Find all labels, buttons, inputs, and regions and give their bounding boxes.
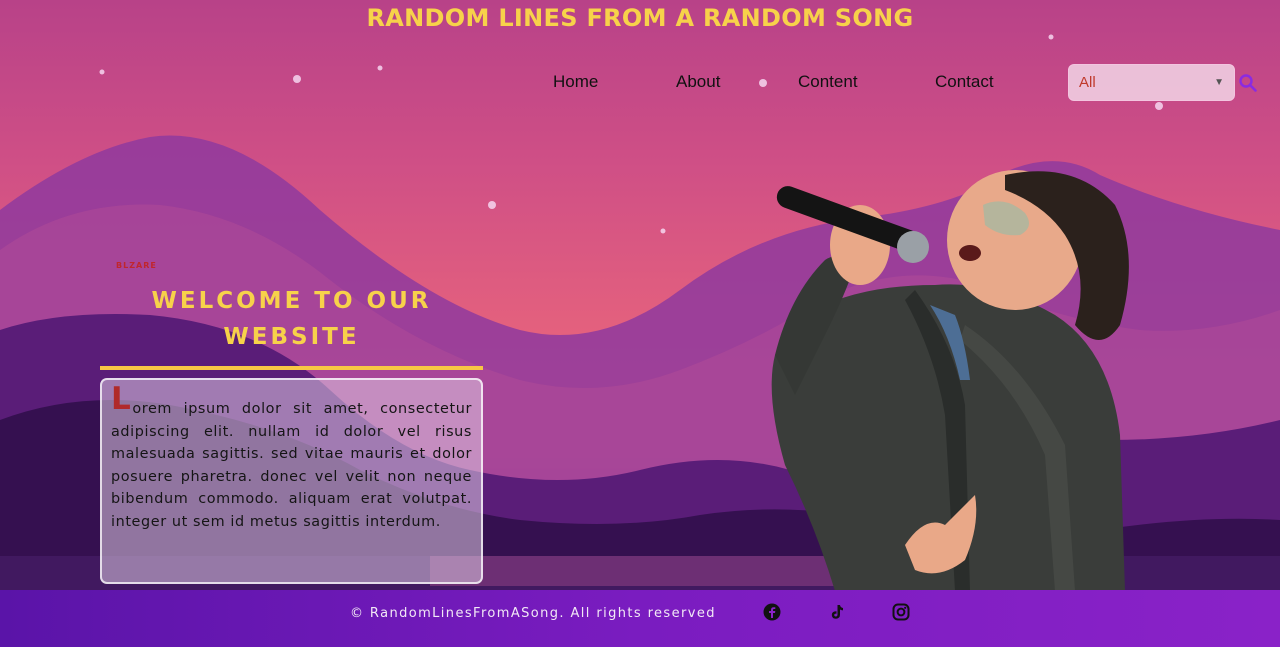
search-icon[interactable]	[1238, 73, 1258, 93]
copyright-text: © RandomLinesFromASong. All rights reser…	[350, 606, 716, 621]
chevron-down-icon: ▼	[1214, 77, 1224, 88]
site-footer: © RandomLinesFromASong. All rights reser…	[0, 590, 1280, 647]
instagram-icon[interactable]	[892, 603, 910, 621]
intro-text-card: Lorem ipsum dolor sit amet, consectetur …	[100, 378, 483, 584]
drop-cap-letter: L	[111, 381, 132, 417]
nav-home-link[interactable]: Home	[553, 72, 598, 92]
nav-contact-link[interactable]: Contact	[935, 72, 994, 92]
tiktok-icon[interactable]	[828, 603, 846, 621]
heading-divider	[100, 366, 483, 370]
filter-selected-value: All	[1079, 74, 1096, 91]
welcome-heading: WELCOME TO OUR WEBSITE	[151, 288, 432, 350]
intro-paragraph: orem ipsum dolor sit amet, consectetur a…	[111, 401, 472, 530]
tiny-brand-label: BLZARE	[116, 261, 157, 270]
nav-about-link[interactable]: About	[676, 72, 720, 92]
nav-content-link[interactable]: Content	[798, 72, 858, 92]
singer-photo	[771, 170, 1129, 591]
facebook-icon[interactable]	[763, 603, 781, 621]
site-title: RANDOM LINES FROM A RANDOM SONG	[366, 4, 914, 32]
category-filter-select[interactable]: All ▼	[1068, 64, 1235, 101]
